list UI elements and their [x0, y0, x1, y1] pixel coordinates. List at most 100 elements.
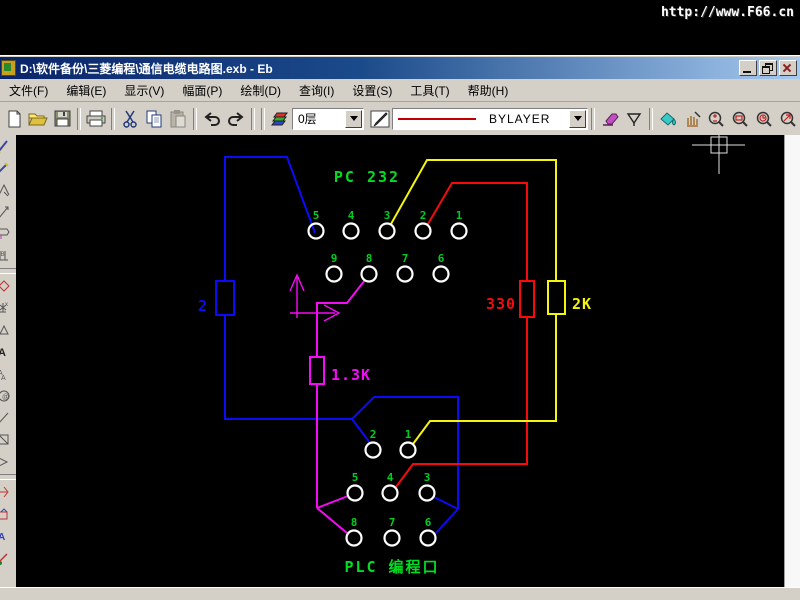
left-tool-button[interactable] [0, 481, 16, 503]
left-tool-button[interactable] [0, 201, 16, 223]
svg-text:A: A [0, 532, 5, 543]
svg-text:@: @ [2, 394, 9, 401]
left-tool-button[interactable] [0, 275, 16, 297]
paste-button[interactable] [166, 107, 190, 131]
open-button[interactable] [26, 107, 50, 131]
pin-number: 3 [424, 471, 431, 484]
zoom-all-button[interactable] [776, 107, 800, 131]
left-tool-button[interactable] [0, 319, 16, 341]
line-style-dropdown[interactable] [569, 110, 586, 128]
left-tool-button[interactable] [0, 547, 16, 569]
layers-button[interactable] [268, 107, 292, 131]
layer-selector[interactable]: 0层 [292, 108, 364, 130]
left-tool-button[interactable]: AA [0, 363, 16, 385]
save-button[interactable] [50, 107, 74, 131]
menu-tools[interactable]: 工具(T) [401, 79, 458, 102]
minimize-button[interactable] [739, 60, 757, 76]
left-tool-button[interactable] [0, 157, 16, 179]
wire-magenta [317, 496, 348, 508]
left-tool-button[interactable] [0, 135, 16, 157]
zoom-all-icon [779, 110, 797, 128]
zoom-dynamic-button[interactable] [704, 107, 728, 131]
pin [366, 443, 381, 458]
menu-help[interactable]: 帮助(H) [459, 79, 518, 102]
wire-red [396, 317, 527, 487]
wire-yellow [413, 314, 556, 444]
menu-sheet[interactable]: 幅面(P) [173, 79, 231, 102]
toolbar-separator [77, 108, 81, 130]
zoom-window-icon [731, 110, 749, 128]
line-style-selector[interactable]: BYLAYER [392, 108, 588, 130]
title-bar[interactable]: D:\软件备份\三菱编程\通信电缆电路图.exb - Eb [0, 57, 800, 79]
linetype-button[interactable] [368, 107, 392, 131]
cut-icon [122, 110, 138, 128]
undo-button[interactable] [200, 107, 224, 131]
left-tool-button[interactable] [0, 503, 16, 525]
toolbar-separator [251, 108, 255, 130]
wire-blue [434, 497, 458, 509]
pin-number: 5 [313, 209, 320, 222]
wire-blue [225, 157, 315, 281]
menu-view[interactable]: 显示(V) [115, 79, 173, 102]
main-toolbar: 0层 BYLAYER [0, 102, 800, 136]
left-tool-button[interactable] [0, 451, 16, 473]
restore-button[interactable] [759, 60, 777, 76]
left-tool-button[interactable]: IB [0, 245, 16, 267]
resistor-blue [216, 281, 234, 315]
toolbar-separator [591, 108, 595, 130]
print-button[interactable] [84, 107, 108, 131]
left-tool-button[interactable] [0, 223, 16, 245]
eraser-button[interactable] [598, 107, 622, 131]
wire-blue [352, 419, 370, 443]
layer-selector-dropdown[interactable] [345, 110, 362, 128]
zoom-previous-icon [755, 110, 773, 128]
zoom-window-button[interactable] [728, 107, 752, 131]
zoom-previous-button[interactable] [752, 107, 776, 131]
left-tool-button[interactable]: @ [0, 385, 16, 407]
left-tool-button[interactable]: x [0, 297, 16, 319]
resistor-yellow [548, 281, 565, 314]
menu-settings[interactable]: 设置(S) [343, 79, 401, 102]
pan-button[interactable] [680, 107, 704, 131]
pin-number: 6 [438, 252, 445, 265]
redo-button[interactable] [224, 107, 248, 131]
left-tool-button[interactable] [0, 429, 16, 451]
pin [383, 486, 398, 501]
filter-button[interactable] [622, 107, 646, 131]
left-tool-button[interactable] [0, 407, 16, 429]
pin-number: 7 [402, 252, 409, 265]
undo-icon [202, 111, 222, 127]
connector-title: PC 232 [334, 168, 400, 186]
resistor-red [520, 281, 534, 317]
menu-edit[interactable]: 编辑(E) [57, 79, 115, 102]
left-tool-button[interactable]: A [0, 525, 16, 547]
menu-query[interactable]: 查询(I) [290, 79, 343, 102]
line-style-value: BYLAYER [484, 112, 550, 126]
left-tool-button[interactable] [0, 179, 16, 201]
pin [398, 267, 413, 282]
paste-icon [170, 110, 186, 128]
wire-magenta [317, 280, 365, 357]
left-tool-button[interactable]: A [0, 341, 16, 363]
fill-button[interactable] [656, 107, 680, 131]
new-button[interactable] [2, 107, 26, 131]
pin-number: 2 [420, 209, 427, 222]
menu-draw[interactable]: 绘制(D) [231, 79, 290, 102]
close-button[interactable] [779, 60, 797, 76]
cut-button[interactable] [118, 107, 142, 131]
toolbar-separator [261, 108, 265, 130]
copy-button[interactable] [142, 107, 166, 131]
pin-number: 9 [331, 252, 338, 265]
drawing-canvas[interactable]: 5 4 3 2 1 9 8 7 6 PC 232 2 [16, 135, 784, 587]
crosshair-cursor [692, 135, 745, 174]
linetype-pen-icon [370, 110, 390, 128]
pan-icon [683, 110, 701, 128]
menu-file[interactable]: 文件(F) [0, 79, 57, 102]
open-icon [28, 111, 48, 127]
pin-number: 1 [456, 209, 463, 222]
toolbar-separator [111, 108, 115, 130]
connector-title: PLC 编程口 [344, 558, 439, 576]
copy-icon [146, 110, 163, 128]
pin [344, 224, 359, 239]
pin-number: 3 [384, 209, 391, 222]
